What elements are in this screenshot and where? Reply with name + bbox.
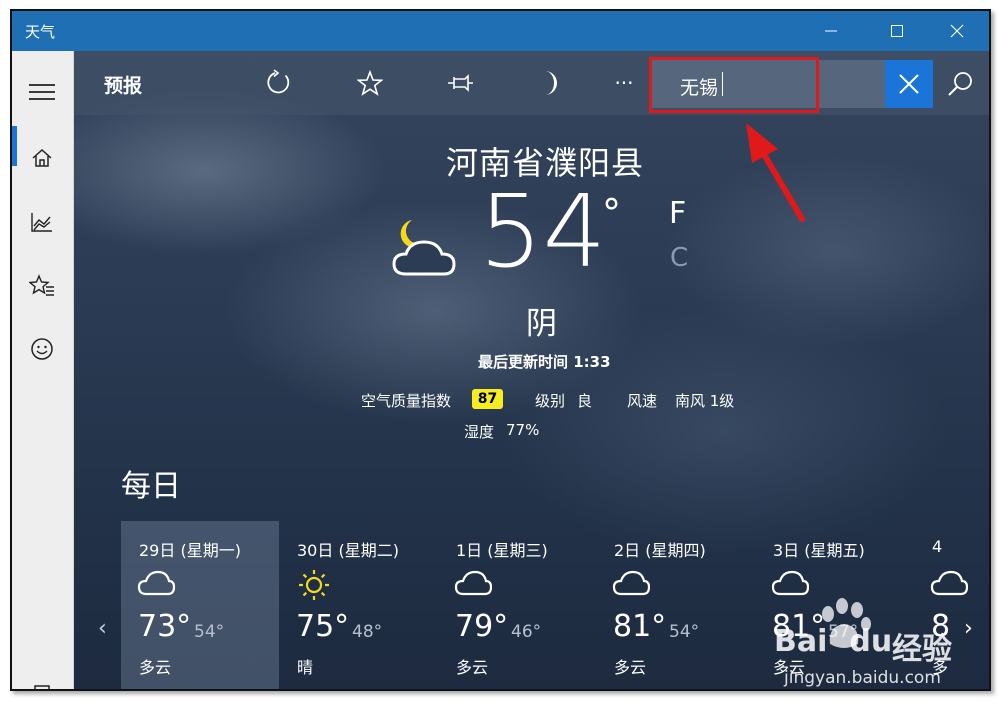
forecast-day[interactable]: 1日 (星期三) 79° 46° 多云	[438, 521, 596, 689]
cloudy-icon	[930, 570, 968, 596]
feedback-smiley-icon	[31, 338, 53, 360]
home-icon	[32, 148, 52, 167]
sidebar-item-settings[interactable]	[12, 669, 72, 689]
moon-dark-mode-icon	[545, 71, 557, 95]
favorite-star-icon	[357, 70, 383, 96]
day-low-temp: 46°	[511, 622, 542, 642]
day-name: 30日 (星期二)	[297, 541, 399, 560]
level-value: 良	[577, 392, 593, 410]
level-label: 级别	[535, 392, 566, 410]
sidebar-item-favorites[interactable]	[12, 261, 72, 311]
degree-symbol: °	[602, 191, 621, 235]
day-high-temp: 75°	[296, 609, 350, 644]
watermark-brand-part1: Bai	[774, 624, 828, 659]
search-button[interactable]	[936, 60, 984, 108]
cloudy-icon	[137, 570, 175, 596]
day-high-temp: 79°	[455, 609, 509, 644]
current-temperature: 54	[479, 173, 607, 290]
maximize-icon	[891, 25, 903, 37]
last-updated: 最后更新时间 1:33	[478, 353, 611, 371]
maximize-button[interactable]	[868, 11, 926, 51]
annotation-arrow	[746, 123, 805, 222]
wind-label: 风速	[627, 392, 658, 410]
aqi-badge: 87	[472, 389, 503, 409]
scroll-left-button[interactable]: ‹	[98, 616, 107, 641]
day-name: 4	[932, 537, 943, 556]
watermark-brand: Bai du	[774, 624, 892, 659]
cloudy-icon	[454, 570, 492, 596]
refresh-button[interactable]	[257, 61, 301, 105]
day-name: 3日 (星期五)	[773, 541, 865, 560]
current-condition: 阴	[526, 306, 557, 342]
hamburger-menu-icon	[29, 84, 55, 100]
day-low-temp: 48°	[352, 622, 383, 642]
close-window-button[interactable]	[928, 11, 986, 51]
day-condition: 多云	[614, 658, 647, 677]
app-window: 天气 预报 ··· 无锡 河南省濮阳县 54 ° F C 阴 最后更新时间 1:…	[10, 9, 991, 691]
window-title: 天气	[25, 23, 56, 41]
sidebar-item-home[interactable]	[12, 133, 72, 183]
dark-mode-button[interactable]	[528, 61, 572, 105]
close-icon	[950, 24, 964, 38]
hamburger-menu-button[interactable]	[12, 67, 72, 117]
day-name: 2日 (星期四)	[614, 541, 706, 560]
sidebar-item-feedback[interactable]	[12, 324, 72, 374]
sunny-icon	[299, 570, 329, 600]
cloudy-icon	[612, 570, 650, 596]
favorite-button[interactable]	[348, 61, 392, 105]
watermark-url: jingyan.baidu.com	[784, 668, 941, 688]
historical-weather-icon	[31, 213, 52, 232]
day-high-temp: 81°	[613, 609, 667, 644]
day-high-temp: 73°	[138, 609, 192, 644]
main-content: 预报 ··· 无锡 河南省濮阳县 54 ° F C 阴 最后更新时间 1:33 …	[74, 51, 989, 689]
clear-search-button[interactable]	[885, 60, 933, 108]
day-low-temp: 54°	[669, 622, 700, 642]
more-button[interactable]: ···	[602, 61, 646, 105]
wind-value: 南风 1级	[675, 392, 735, 410]
unit-fahrenheit[interactable]: F	[669, 196, 686, 231]
humidity-value: 77%	[506, 421, 540, 439]
close-icon	[899, 74, 919, 94]
day-condition: 多云	[139, 658, 172, 677]
minimize-button[interactable]	[802, 11, 860, 51]
sidebar-item-historical[interactable]	[12, 197, 72, 247]
annotation-highlight-box	[649, 57, 819, 113]
day-condition: 多云	[456, 658, 489, 677]
day-name: 1日 (星期三)	[456, 541, 548, 560]
forecast-day[interactable]: 29日 (星期一) 73° 54° 多云	[121, 521, 279, 689]
daily-section-title: 每日	[121, 469, 181, 504]
sidebar	[12, 51, 74, 689]
partly-cloudy-night-icon	[392, 220, 456, 276]
command-bar: 预报 ··· 无锡	[74, 51, 989, 115]
watermark-text: 经验	[892, 632, 952, 667]
day-low-temp: 54°	[194, 622, 225, 642]
title-bar: 天气	[12, 11, 989, 51]
forecast-day[interactable]: 2日 (星期四) 81° 54° 多云	[596, 521, 754, 689]
pin-icon	[448, 74, 473, 92]
unit-celsius[interactable]: C	[670, 243, 688, 273]
humidity-label: 湿度	[464, 423, 495, 441]
settings-icon	[34, 685, 50, 689]
day-condition: 晴	[297, 658, 314, 677]
cloudy-icon	[771, 570, 809, 596]
favorites-icon	[29, 274, 54, 296]
watermark-brand-part2: du	[849, 624, 893, 659]
page-title: 预报	[104, 75, 143, 97]
minimize-icon	[825, 30, 837, 32]
refresh-icon	[267, 69, 290, 94]
forecast-day[interactable]: 30日 (星期二) 75° 48° 晴	[279, 521, 437, 689]
aqi-label: 空气质量指数	[361, 392, 452, 410]
day-name: 29日 (星期一)	[139, 541, 241, 560]
scroll-right-button[interactable]: ›	[964, 616, 973, 641]
search-icon	[948, 72, 972, 96]
pin-button[interactable]	[438, 61, 482, 105]
